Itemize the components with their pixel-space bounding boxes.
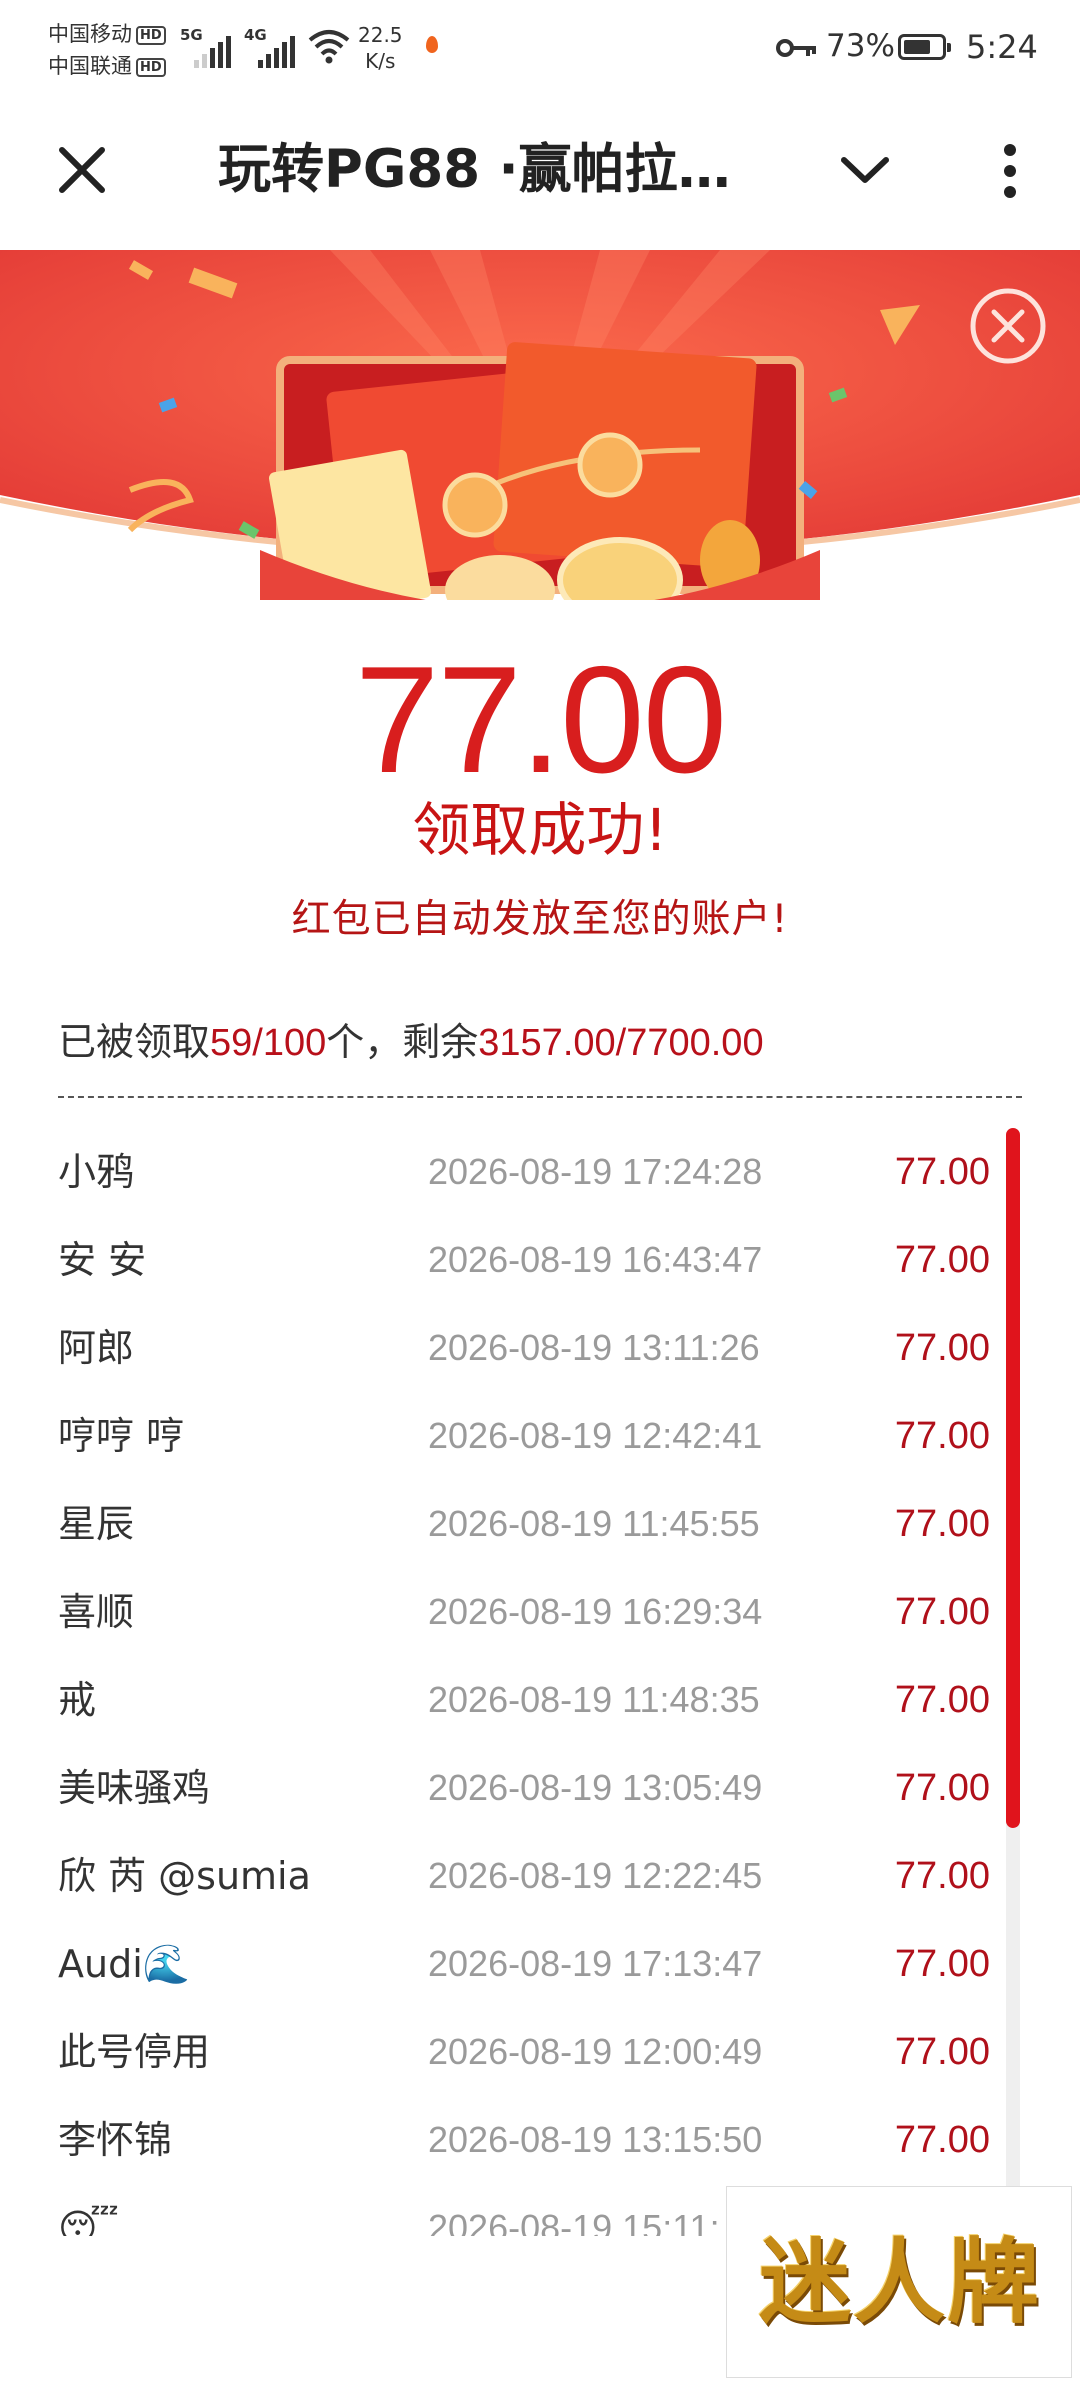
battery-icon [898, 34, 951, 60]
status-bar: 中国移动 HD 中国联通 HD 5G 4G 22.5 K/s 73% 5:24 [0, 0, 1080, 100]
list-item: 哼哼 哼 2026-08-19 12:42:41 77.00 [0, 1376, 1080, 1464]
success-message: 领取成功! [412, 796, 668, 864]
more-vertical-icon[interactable] [990, 138, 1030, 202]
clock: 5:24 [966, 28, 1038, 66]
list-item: 戒 2026-08-19 11:48:35 77.00 [0, 1640, 1080, 1728]
circle-close-icon[interactable] [968, 286, 1048, 366]
claim-list[interactable]: 小鸦 2026-08-19 17:24:28 77.00 安 安 2026-08-19 … [0, 1112, 1080, 2236]
claim-time: 2026-08-19 15:11: [428, 2207, 720, 2236]
list-item: 阿郎 2026-08-19 13:11:26 77.00 [0, 1288, 1080, 1376]
speed-unit: K/s [365, 49, 396, 73]
list-item: 此号停用 2026-08-19 12:00:49 77.00 [0, 1992, 1080, 2080]
red-packet-banner [0, 250, 1080, 600]
brand-logo: 迷人牌 [726, 2186, 1072, 2378]
list-item: 星辰 2026-08-19 11:45:55 77.00 [0, 1464, 1080, 1552]
list-item: Audi🌊 2026-08-19 17:13:47 77.00 [0, 1904, 1080, 1992]
battery-percent: 73% [826, 28, 895, 64]
network-speed: 22.5 K/s [358, 22, 403, 74]
list-item: 小鸦 2026-08-19 17:24:28 77.00 [0, 1112, 1080, 1200]
page-title: 玩转PG88 ·赢帕拉… [218, 139, 731, 200]
flame-icon [426, 36, 438, 53]
list-item: 欣 芮 @sumia 2026-08-19 12:22:45 77.00 [0, 1816, 1080, 1904]
nav-bar: 玩转PG88 ·赢帕拉… [0, 100, 1080, 250]
speed-value: 22.5 [358, 23, 403, 47]
claim-summary: 已被领取59/100个，剩余3157.00/7700.00 [58, 1012, 764, 1073]
hd-badge: HD [136, 57, 166, 77]
claimant-name: 😴 [58, 2206, 119, 2236]
dashed-divider [58, 1096, 1022, 1098]
list-item: 美味骚鸡 2026-08-19 13:05:49 77.00 [0, 1728, 1080, 1816]
red-packet-illustration [0, 250, 1080, 600]
total-count: 100 [262, 1022, 327, 1064]
carrier-info: 中国移动 HD 中国联通 HD [48, 18, 166, 82]
total-amount: 7700.00 [626, 1022, 764, 1064]
remaining-amount: 3157.00 [478, 1022, 616, 1064]
list-item: 喜顺 2026-08-19 16:29:34 77.00 [0, 1552, 1080, 1640]
scrollbar-thumb[interactable] [1006, 1128, 1020, 1828]
summary-slash: / [252, 1022, 263, 1064]
claimed-amount: 77.00 [354, 635, 727, 805]
carrier-1: 中国移动 [48, 22, 132, 46]
claimed-count: 59 [210, 1022, 253, 1064]
key-icon [776, 39, 816, 57]
summary-middle: 个，剩余 [326, 1020, 479, 1064]
chevron-down-icon[interactable] [838, 150, 892, 190]
summary-slash: / [615, 1022, 627, 1064]
list-item: 安 安 2026-08-19 16:43:47 77.00 [0, 1200, 1080, 1288]
hd-badge: HD [136, 25, 166, 45]
auto-deposit-note: 红包已自动发放至您的账户! [291, 897, 789, 942]
battery-fill [904, 40, 930, 54]
list-item: 李怀锦 2026-08-19 13:15:50 77.00 [0, 2080, 1080, 2168]
carrier-2: 中国联通 [48, 54, 132, 78]
summary-prefix: 已被领取 [58, 1020, 211, 1064]
wifi-icon [308, 30, 350, 64]
logo-text: 迷人牌 [758, 2228, 1041, 2336]
close-icon[interactable] [52, 140, 112, 200]
